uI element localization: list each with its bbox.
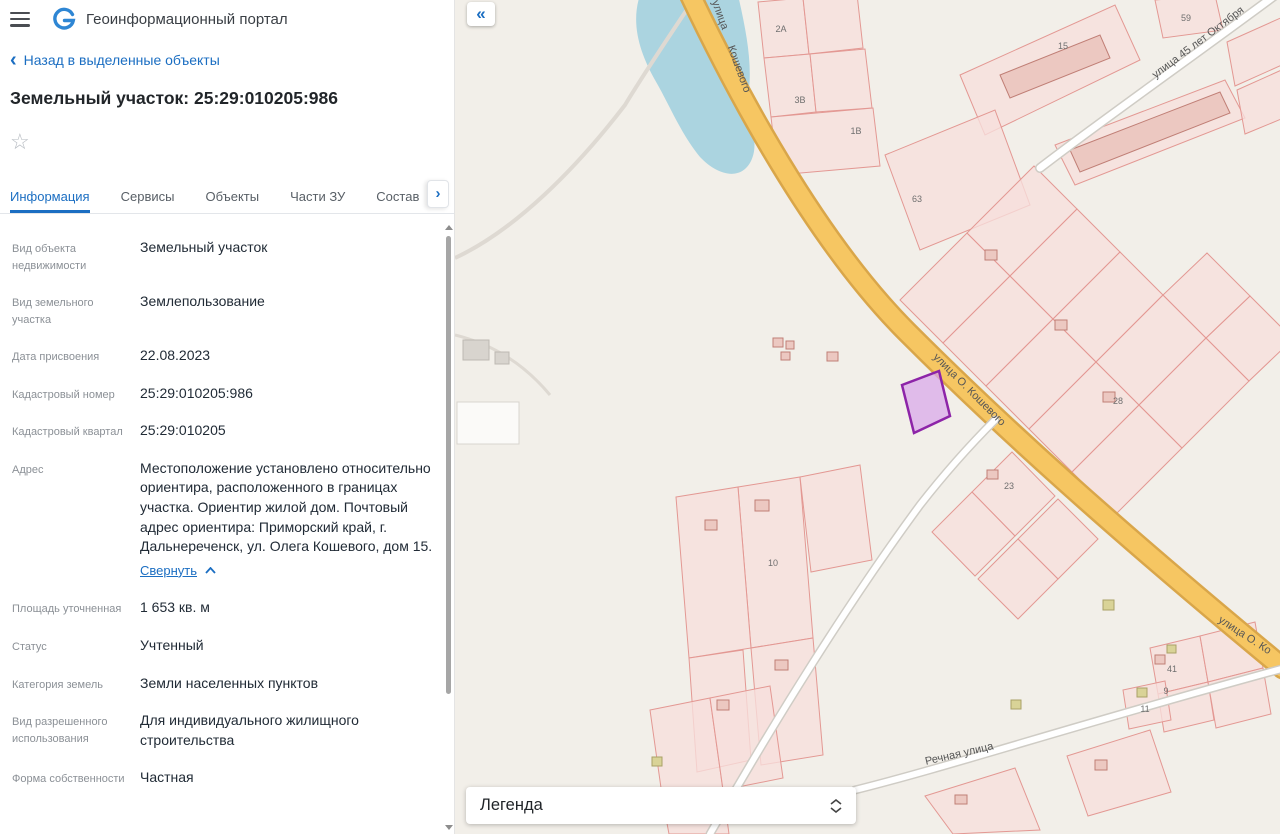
parcel-number-label: 63: [912, 194, 922, 204]
parcel-number-label: 28: [1113, 396, 1123, 406]
info-row: Статус Учтенный: [12, 636, 434, 656]
info-value: Частная: [140, 768, 434, 788]
app-logo-icon: [52, 7, 76, 31]
geoportal-app: Геоинформационный портал ‹ Назад в выдел…: [0, 0, 1280, 834]
chevron-up-icon: [205, 567, 216, 574]
tab-objects[interactable]: Объекты: [205, 189, 259, 213]
info-label: Категория земель: [12, 674, 140, 694]
info-label: Дата присвоения: [12, 346, 140, 366]
parcel-number-label: 11: [1140, 704, 1149, 714]
info-value: Для индивидуального жилищного строительс…: [140, 711, 434, 750]
collapse-link-label: Свернуть: [140, 563, 197, 578]
parcel-number-label: 9: [1163, 686, 1168, 696]
info-row: Вид земельного участка Землепользование: [12, 292, 434, 328]
info-value: Земли населенных пунктов: [140, 674, 434, 694]
panel-collapse-button[interactable]: «: [467, 2, 495, 26]
scrollbar-up-arrow-icon[interactable]: [445, 225, 453, 230]
parcel-number-label: 1В: [850, 126, 861, 136]
back-link[interactable]: ‹ Назад в выделенные объекты: [10, 52, 220, 68]
parcel-number-label: 59: [1181, 13, 1191, 23]
map-area: улица Кошевого улица О. Кошевого улица 4…: [455, 0, 1280, 834]
white-parcel: [457, 402, 519, 444]
info-value: 25:29:010205:986: [140, 384, 434, 404]
info-row: Дата присвоения 22.08.2023: [12, 346, 434, 366]
info-value: 22.08.2023: [140, 346, 434, 366]
info-value: Местоположение установлено относительно …: [140, 459, 434, 581]
back-chevron-icon: ‹: [10, 53, 17, 67]
back-link-label: Назад в выделенные объекты: [24, 52, 220, 68]
address-collapse-link[interactable]: Свернуть: [140, 563, 216, 578]
info-row-address: Адрес Местоположение установлено относит…: [12, 459, 434, 581]
tab-information[interactable]: Информация: [10, 189, 90, 213]
info-row: Вид разрешенного использования Для индив…: [12, 711, 434, 750]
legend-expand-icon[interactable]: [830, 799, 842, 813]
info-list: Вид объекта недвижимости Земельный участ…: [0, 222, 446, 834]
tabs-overflow-button[interactable]: ›: [427, 180, 449, 208]
tab-services[interactable]: Сервисы: [121, 189, 175, 213]
parcel-number-label: 2А: [775, 24, 786, 34]
info-label: Вид разрешенного использования: [12, 711, 140, 750]
info-row: Категория земель Земли населенных пункто…: [12, 674, 434, 694]
tab-composition[interactable]: Состав: [376, 189, 419, 213]
parcel-number-label: 10: [768, 558, 778, 568]
info-label: Площадь уточненная: [12, 598, 140, 618]
parcel-number-label: 23: [1004, 481, 1014, 491]
info-row: Форма собственности Частная: [12, 768, 434, 788]
sidebar-header: Геоинформационный портал: [0, 0, 454, 34]
legend-bar[interactable]: Легенда: [466, 787, 856, 824]
parcel-number-label: 3В: [794, 95, 805, 105]
map-canvas[interactable]: улица Кошевого улица О. Кошевого улица 4…: [455, 0, 1280, 834]
info-value: Землепользование: [140, 292, 434, 328]
info-label: Вид объекта недвижимости: [12, 238, 140, 274]
info-label: Вид земельного участка: [12, 292, 140, 328]
parcel-number-label: 15: [1058, 41, 1068, 51]
address-text: Местоположение установлено относительно …: [140, 460, 432, 554]
info-row: Кадастровый номер 25:29:010205:986: [12, 384, 434, 404]
info-value: Учтенный: [140, 636, 434, 656]
info-value: 25:29:010205: [140, 421, 434, 441]
info-label: Кадастровый номер: [12, 384, 140, 404]
parcel-number-label: 41: [1167, 664, 1177, 674]
app-title: Геоинформационный портал: [86, 11, 288, 28]
scrollbar-thumb[interactable]: [446, 236, 451, 694]
info-label: Адрес: [12, 459, 140, 581]
object-info-panel: Геоинформационный портал ‹ Назад в выдел…: [0, 0, 455, 834]
info-label: Форма собственности: [12, 768, 140, 788]
info-row: Вид объекта недвижимости Земельный участ…: [12, 238, 434, 274]
sidebar-scrollbar[interactable]: [445, 222, 453, 834]
scrollbar-down-arrow-icon[interactable]: [445, 825, 453, 830]
info-row: Кадастровый квартал 25:29:010205: [12, 421, 434, 441]
info-value: 1 653 кв. м: [140, 598, 434, 618]
menu-icon[interactable]: [10, 12, 30, 27]
info-row: Площадь уточненная 1 653 кв. м: [12, 598, 434, 618]
tab-parcel-parts[interactable]: Части ЗУ: [290, 189, 345, 213]
favorite-star-icon[interactable]: ☆: [10, 131, 30, 153]
info-value: Земельный участок: [140, 238, 434, 274]
legend-title: Легенда: [480, 796, 543, 815]
info-label: Статус: [12, 636, 140, 656]
info-label: Кадастровый квартал: [12, 421, 140, 441]
tabs-bar: Информация Сервисы Объекты Части ЗУ Сост…: [0, 182, 454, 214]
page-title: Земельный участок: 25:29:010205:986: [10, 88, 430, 109]
